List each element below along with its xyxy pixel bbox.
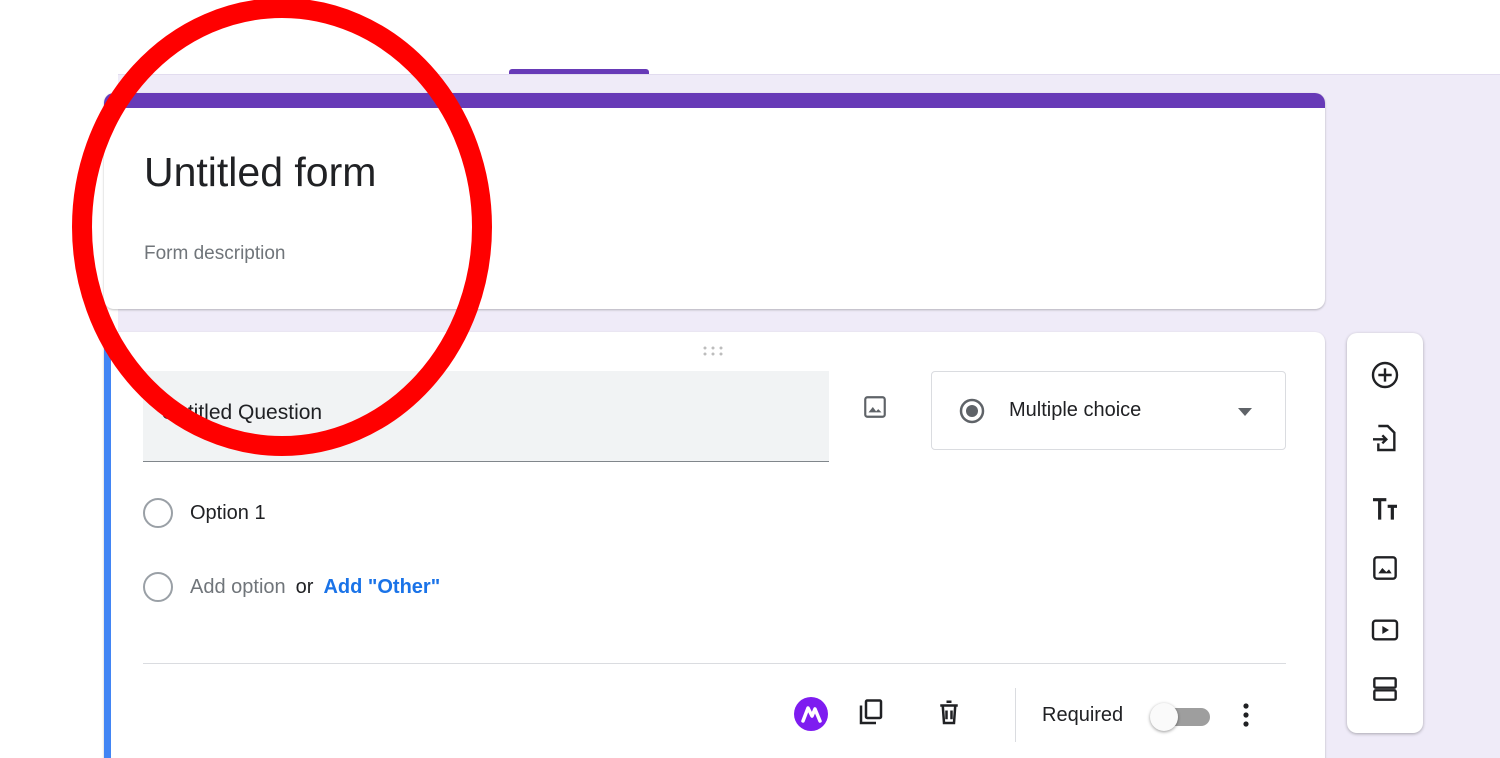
required-toggle[interactable] bbox=[1150, 703, 1214, 731]
add-title-description-icon[interactable] bbox=[1369, 493, 1401, 525]
footer-divider bbox=[143, 663, 1286, 664]
delete-icon[interactable] bbox=[934, 698, 964, 728]
add-section-icon[interactable] bbox=[1369, 673, 1401, 705]
option-radio bbox=[143, 498, 173, 528]
add-image-icon[interactable] bbox=[862, 394, 888, 420]
toggle-thumb bbox=[1150, 703, 1178, 731]
question-title-text: Untitled Question bbox=[161, 401, 323, 424]
form-description[interactable]: Form description bbox=[144, 243, 286, 265]
active-question-accent bbox=[104, 332, 111, 758]
form-title[interactable]: Untitled form bbox=[144, 149, 376, 196]
add-image-icon[interactable] bbox=[1369, 552, 1401, 584]
option-row[interactable]: Option 1 bbox=[143, 496, 266, 530]
import-questions-icon[interactable] bbox=[1369, 422, 1401, 454]
or-label: or bbox=[295, 575, 314, 598]
question-type-label: Multiple choice bbox=[1009, 399, 1142, 421]
radio-button-checked-icon bbox=[958, 397, 986, 425]
floating-toolbar bbox=[1347, 333, 1423, 733]
top-bar bbox=[0, 0, 1500, 75]
duplicate-icon[interactable] bbox=[856, 698, 886, 728]
question-type-dropdown[interactable]: Multiple choice bbox=[931, 371, 1286, 450]
add-question-icon[interactable] bbox=[1369, 359, 1401, 391]
add-video-icon[interactable] bbox=[1369, 614, 1401, 646]
extension-icon[interactable] bbox=[794, 697, 828, 731]
footer-separator bbox=[1015, 688, 1016, 742]
required-label: Required bbox=[1042, 704, 1124, 726]
option-radio bbox=[143, 572, 173, 602]
question-card[interactable]: Untitled Question Multiple choice Option… bbox=[104, 332, 1325, 758]
option-label[interactable]: Option 1 bbox=[190, 502, 266, 525]
add-option-link[interactable]: Add option bbox=[190, 576, 286, 599]
chevron-down-icon bbox=[1238, 403, 1252, 421]
drag-handle-icon[interactable] bbox=[702, 344, 724, 362]
question-title-input[interactable]: Untitled Question bbox=[143, 371, 829, 462]
add-other-link[interactable]: Add "Other" bbox=[323, 576, 440, 599]
more-options-icon[interactable] bbox=[1236, 698, 1256, 732]
form-header-card: Untitled form Form description bbox=[104, 93, 1325, 309]
add-option-row: Add option or Add "Other" bbox=[143, 570, 440, 604]
header-accent-bar bbox=[104, 93, 1325, 108]
